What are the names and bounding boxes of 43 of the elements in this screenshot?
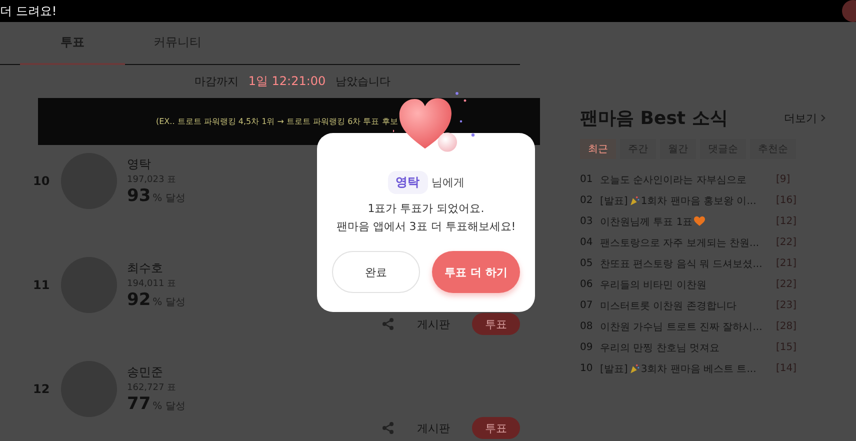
post-number: 01: [580, 174, 594, 185]
countdown-time: 1일 12:21:00: [248, 73, 326, 90]
vote-button[interactable]: 투표: [472, 417, 520, 439]
percent-value: 92: [127, 290, 151, 310]
candidate-name: 영탁: [127, 156, 152, 173]
filter-tab[interactable]: 최근: [580, 139, 616, 159]
share-icon[interactable]: [381, 317, 395, 331]
post-number: 03: [580, 216, 594, 227]
rank-number: 10: [32, 174, 51, 188]
board-button[interactable]: 게시판: [409, 420, 458, 436]
percent-value: 93: [127, 186, 151, 206]
deadline-label: 마감까지: [194, 74, 238, 89]
done-button[interactable]: 완료: [332, 251, 420, 293]
more-link[interactable]: 더보기: [784, 110, 826, 126]
post-number: 08: [580, 321, 594, 332]
section-title: 팬마음 Best 소식: [580, 107, 728, 130]
recipient-name: 영탁: [388, 171, 428, 194]
party-popper-icon: [628, 363, 640, 374]
post-number: 05: [580, 258, 594, 269]
board-button[interactable]: 게시판: [409, 316, 458, 332]
post-number: 10: [580, 363, 594, 374]
deadline-suffix: 남았습니다: [336, 74, 391, 89]
recipient-suffix: 님에게: [432, 175, 464, 190]
party-popper-icon: [628, 195, 640, 206]
percent-value: 77: [127, 394, 151, 414]
vote-more-button[interactable]: 투표 더 하기: [432, 251, 520, 293]
post-number: 07: [580, 300, 594, 311]
dialog-message: 1표가 투표가 되었어요.: [368, 201, 484, 217]
post-number: 06: [580, 279, 594, 290]
chevron-icon: [820, 114, 826, 122]
top-bar-text: 더 드려요!: [0, 2, 57, 20]
candidate-name: 송민준: [127, 364, 164, 381]
vote-button[interactable]: 투표: [472, 313, 520, 335]
rank-number: 11: [32, 278, 51, 292]
heart-icon: [694, 216, 705, 227]
post-number: 04: [580, 237, 594, 248]
rank-number: 12: [32, 382, 51, 396]
notice-text: (EX.. 트로트 파워랭킹 4,5차 1위 → 트로트 파워랭킹 6차 투표 후보: [155, 116, 398, 127]
post-number: 02: [580, 195, 594, 206]
dialog-message: 팬마음 앱에서 3표 더 투표해보세요!: [336, 219, 516, 235]
candidate-name: 최수호: [127, 260, 164, 277]
post-number: 09: [580, 342, 594, 353]
share-icon[interactable]: [381, 421, 395, 435]
